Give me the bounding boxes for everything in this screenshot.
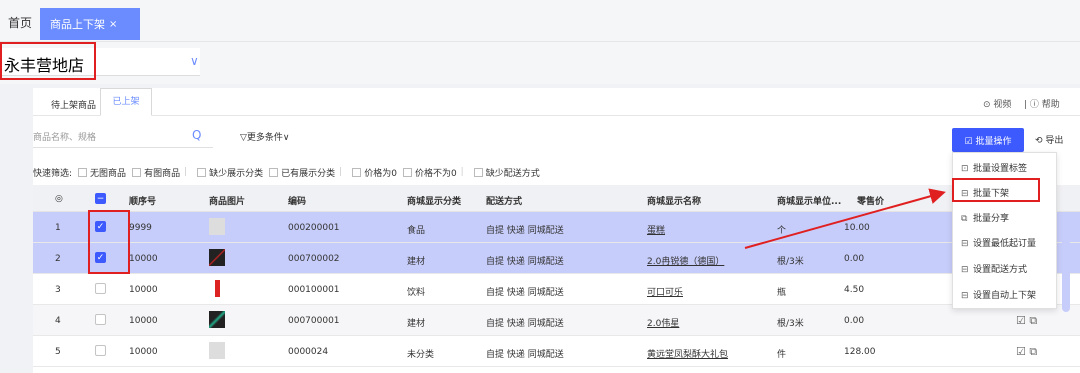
annotation-arrow-icon (744, 188, 946, 249)
